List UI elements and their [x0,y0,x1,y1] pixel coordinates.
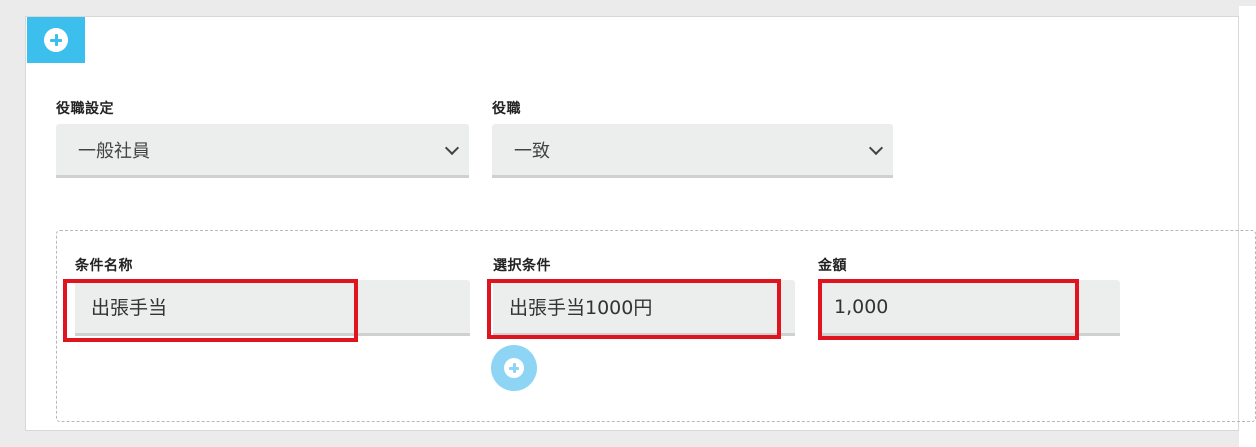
position-select[interactable]: 一致 [492,124,893,178]
chevron-down-icon [868,140,884,156]
add-section-button[interactable] [27,17,85,63]
add-condition-button[interactable] [491,345,537,391]
plus-circle-icon [504,358,524,378]
highlight-selection-condition [487,279,781,339]
position-value: 一致 [514,140,550,162]
page-top-strip [0,0,1256,6]
position-label: 役職 [492,101,521,117]
plus-circle-icon [44,28,68,52]
highlight-condition-name [63,279,358,342]
selection-condition-label: 選択条件 [493,258,551,274]
position-setting-label: 役職設定 [56,101,114,117]
chevron-down-icon [444,140,460,156]
condition-name-label: 条件名称 [75,258,133,274]
highlight-amount [818,279,1079,340]
amount-label: 金額 [818,258,847,274]
position-setting-select[interactable]: 一般社員 [56,124,469,178]
position-setting-value: 一般社員 [78,140,150,162]
